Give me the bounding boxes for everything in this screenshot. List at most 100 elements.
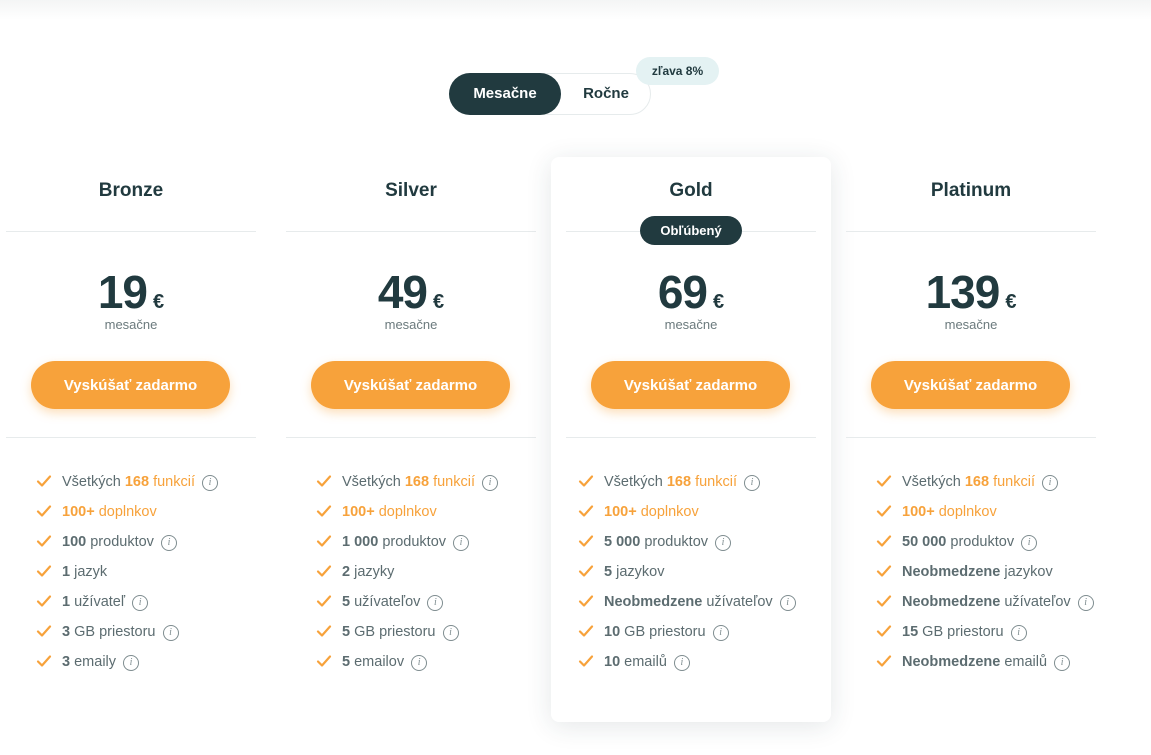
price-currency: € [713, 291, 725, 313]
check-icon [36, 535, 52, 547]
feature-list: Všetkých 168 funkcií i 100+ doplnkov 1 0… [316, 471, 499, 681]
feature-languages: 2 jazyky [316, 561, 498, 591]
check-icon [578, 505, 594, 517]
check-icon [876, 655, 892, 667]
check-icon [36, 655, 52, 667]
feature-languages: Neobmedzene jazykov [876, 561, 1094, 591]
feature-emails: 3 emaily i [36, 651, 218, 681]
check-icon [36, 625, 52, 637]
divider [6, 437, 256, 438]
divider [286, 437, 536, 438]
feature-addons: 100+ doplnkov [876, 501, 1094, 531]
check-icon [316, 595, 332, 607]
feature-products: 100 produktov i [36, 531, 218, 561]
check-icon [36, 565, 52, 577]
price-amount: 139 [925, 266, 1001, 318]
plan-card-bronze: Bronze 19 € mesačne Vyskúšať zadarmo Všet… [6, 157, 286, 722]
price-currency: € [153, 291, 165, 313]
info-icon[interactable]: i [1054, 655, 1071, 671]
divider [6, 231, 256, 232]
price: 49 € [286, 265, 536, 319]
feature-addons: 100+ doplnkov [316, 501, 498, 531]
info-icon[interactable]: i [715, 535, 732, 551]
info-icon[interactable]: i [1021, 535, 1038, 551]
check-icon [316, 625, 332, 637]
info-icon[interactable]: i [482, 475, 499, 491]
divider [846, 231, 1096, 232]
info-icon[interactable]: i [779, 595, 796, 611]
info-icon[interactable]: i [453, 535, 470, 551]
try-free-button[interactable]: Vyskúšať zadarmo [871, 361, 1070, 409]
price-period: mesačne [944, 317, 998, 332]
feature-users: 5 užívateľov i [316, 591, 498, 621]
try-free-button[interactable]: Vyskúšať zadarmo [31, 361, 230, 409]
price-currency: € [433, 291, 445, 313]
info-icon[interactable]: i [1010, 625, 1027, 641]
price-amount: 69 [657, 266, 708, 318]
check-icon [876, 535, 892, 547]
check-icon [578, 475, 594, 487]
plan-card-platinum: Platinum 139 € mesačne Vyskúšať zadarmo V… [846, 157, 1126, 722]
feature-emails: 10 emailů i [578, 651, 796, 681]
plan-name: Bronze [98, 180, 164, 201]
plan-name: Platinum [930, 180, 1012, 201]
check-icon [876, 475, 892, 487]
feature-functions: Všetkých 168 funkcií i [316, 471, 499, 501]
feature-products: 50 000 produktov i [876, 531, 1094, 561]
info-icon[interactable]: i [744, 475, 761, 491]
check-icon [578, 535, 594, 547]
try-free-button[interactable]: Vyskúšať zadarmo [591, 361, 790, 409]
feature-emails: Neobmedzene emailů i [876, 651, 1094, 681]
info-icon[interactable]: i [712, 625, 729, 641]
price-period: mesačne [104, 317, 158, 332]
info-icon[interactable]: i [427, 595, 444, 611]
try-free-button[interactable]: Vyskúšať zadarmo [311, 361, 510, 409]
feature-storage: 10 GB priestoru i [578, 621, 796, 651]
price: 139 € [846, 265, 1096, 319]
check-icon [876, 505, 892, 517]
info-icon[interactable]: i [1042, 475, 1059, 491]
top-shadow [0, 0, 1151, 20]
feature-languages: 5 jazykov [578, 561, 796, 591]
feature-addons: 100+ doplnkov [578, 501, 796, 531]
info-icon[interactable]: i [162, 625, 179, 641]
price-period: mesačne [384, 317, 438, 332]
feature-addons: 100+ doplnkov [36, 501, 218, 531]
feature-users: Neobmedzene užívateľov i [578, 591, 796, 621]
yearly-discount-badge: zľava 8% [636, 57, 719, 85]
feature-list: Všetkých 168 funkcií i 100+ doplnkov 5 0… [578, 471, 796, 681]
info-icon[interactable]: i [123, 655, 140, 671]
price-period: mesačne [664, 317, 718, 332]
plan-name: Gold [669, 180, 713, 201]
info-icon[interactable]: i [411, 655, 428, 671]
info-icon[interactable]: i [1077, 595, 1094, 611]
info-icon[interactable]: i [132, 595, 149, 611]
divider [566, 437, 816, 438]
feature-functions: Všetkých 168 funkcií i [36, 471, 219, 501]
price-amount: 19 [97, 266, 148, 318]
check-icon [578, 595, 594, 607]
feature-products: 1 000 produktov i [316, 531, 498, 561]
info-icon[interactable]: i [202, 475, 219, 491]
feature-products: 5 000 produktov i [578, 531, 796, 561]
plan-card-gold: Gold Obľúbený 69 € mesačne Vyskúšať zadar… [551, 157, 831, 722]
check-icon [36, 475, 52, 487]
info-icon[interactable]: i [160, 535, 177, 551]
info-icon[interactable]: i [673, 655, 690, 671]
info-icon[interactable]: i [442, 625, 459, 641]
price: 69 € [566, 265, 816, 319]
billing-monthly-option[interactable]: Mesačne [449, 73, 561, 115]
feature-list: Všetkých 168 funkcií i 100+ doplnkov 100… [36, 471, 219, 681]
check-icon [316, 535, 332, 547]
divider [286, 231, 536, 232]
check-icon [36, 505, 52, 517]
check-icon [876, 595, 892, 607]
feature-users: Neobmedzene užívateľov i [876, 591, 1094, 621]
check-icon [578, 655, 594, 667]
check-icon [316, 475, 332, 487]
billing-toggle[interactable]: Mesačne Ročne [449, 73, 651, 115]
divider [846, 437, 1096, 438]
plan-name: Silver [385, 180, 437, 201]
feature-emails: 5 emailov i [316, 651, 498, 681]
plan-card-silver: Silver 49 € mesačne Vyskúšať zadarmo Všet… [286, 157, 566, 722]
